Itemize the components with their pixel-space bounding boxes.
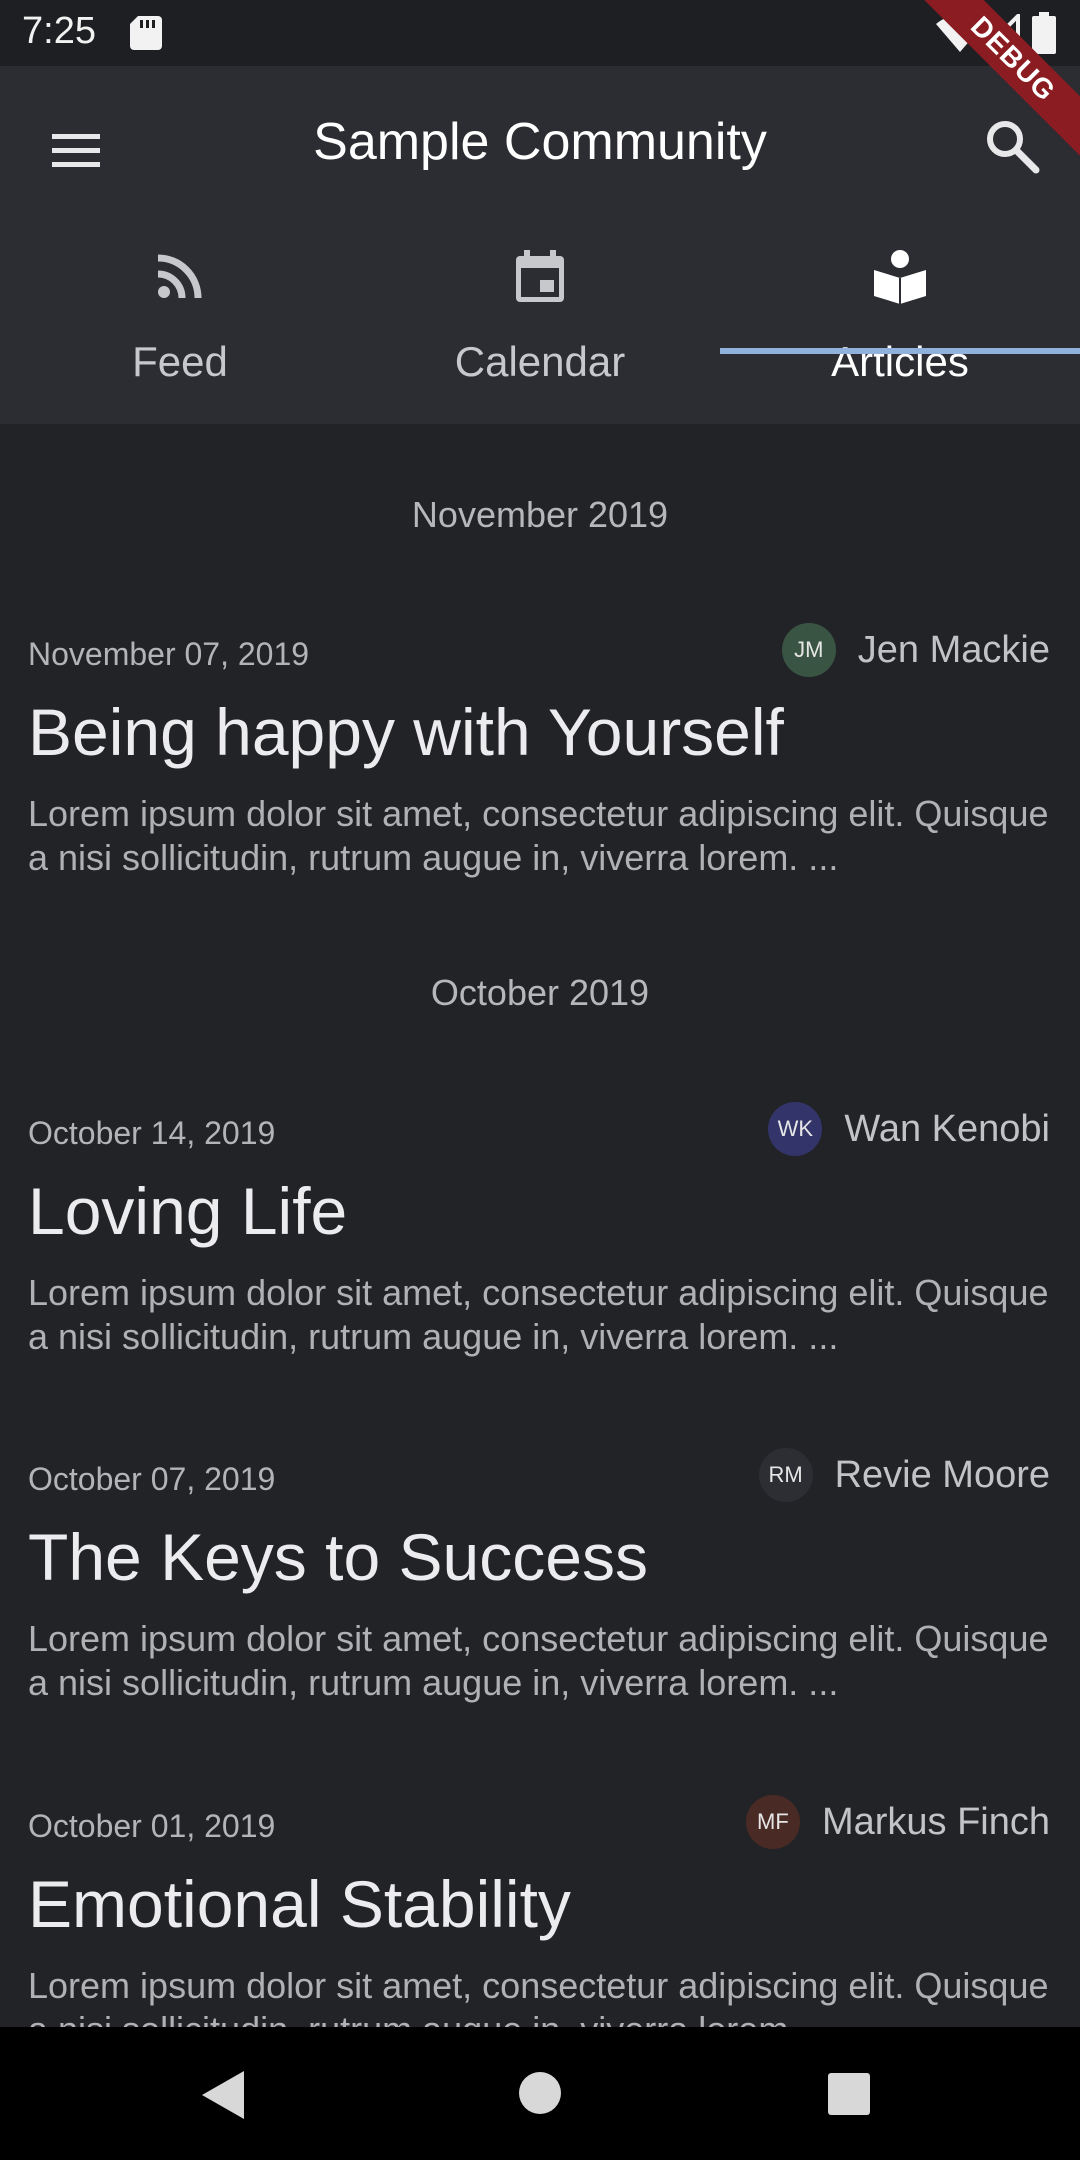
tab-indicator xyxy=(720,348,1080,354)
tab-bar: Feed Calendar Articles xyxy=(0,236,1080,424)
author-name: Jen Mackie xyxy=(857,628,1050,671)
article-date: October 07, 2019 xyxy=(28,1461,276,1497)
search-icon[interactable] xyxy=(982,116,1042,176)
tab-label: Articles xyxy=(831,338,969,385)
author-name: Markus Finch xyxy=(821,1800,1050,1843)
calendar-icon xyxy=(516,250,564,302)
articles-list[interactable]: November 2019 November 07, 2019 JM Jen M… xyxy=(0,424,1080,2027)
tab-label: Feed xyxy=(132,338,228,385)
article-excerpt: Lorem ipsum dolor sit amet, consectetur … xyxy=(28,1272,1049,1357)
app-title: Sample Community xyxy=(313,113,767,171)
battery-icon xyxy=(1032,12,1056,54)
app-bar: Sample Community Feed Calendar Articles xyxy=(0,66,1080,424)
rss-icon xyxy=(157,254,202,299)
article-author[interactable]: WK Wan Kenobi xyxy=(768,1101,1050,1157)
tab-label: Calendar xyxy=(454,338,626,385)
home-icon[interactable] xyxy=(518,2071,562,2115)
article-excerpt: Lorem ipsum dolor sit amet, consectetur … xyxy=(28,1618,1049,1703)
month-header: November 2019 xyxy=(411,494,669,535)
author-name: Wan Kenobi xyxy=(844,1107,1050,1150)
article-excerpt: Lorem ipsum dolor sit amet, consectetur … xyxy=(28,1965,1049,2027)
article-date: October 01, 2019 xyxy=(28,1808,276,1844)
article-author[interactable]: RM Revie Moore xyxy=(758,1447,1050,1503)
avatar: RM xyxy=(758,1448,813,1502)
recent-apps-icon[interactable] xyxy=(828,2073,870,2115)
article-title: The Keys to Success xyxy=(28,1520,648,1594)
article-author[interactable]: MF Markus Finch xyxy=(745,1794,1050,1850)
tab-articles[interactable]: Articles xyxy=(720,236,1080,424)
avatar: JM xyxy=(781,623,836,677)
sd-card-icon xyxy=(130,16,162,50)
article-excerpt: Lorem ipsum dolor sit amet, consectetur … xyxy=(28,793,1049,878)
author-name: Revie Moore xyxy=(834,1453,1050,1496)
back-icon[interactable] xyxy=(198,2069,248,2121)
article-title: Being happy with Yourself xyxy=(28,695,784,769)
status-time: 7:25 xyxy=(22,10,96,52)
tab-feed[interactable]: Feed xyxy=(0,236,360,424)
book-reader-icon xyxy=(874,250,926,304)
avatar: WK xyxy=(768,1102,823,1156)
status-bar: 7:25 xyxy=(0,0,1080,66)
article-title: Loving Life xyxy=(28,1174,348,1248)
month-header: October 2019 xyxy=(430,972,650,1013)
article-date: October 14, 2019 xyxy=(28,1115,276,1151)
avatar: MF xyxy=(745,1795,800,1849)
system-nav-bar xyxy=(0,2027,1080,2160)
article-date: November 07, 2019 xyxy=(28,636,310,672)
article-author[interactable]: JM Jen Mackie xyxy=(781,622,1050,678)
tab-calendar[interactable]: Calendar xyxy=(360,236,720,424)
article-title: Emotional Stability xyxy=(28,1867,571,1941)
